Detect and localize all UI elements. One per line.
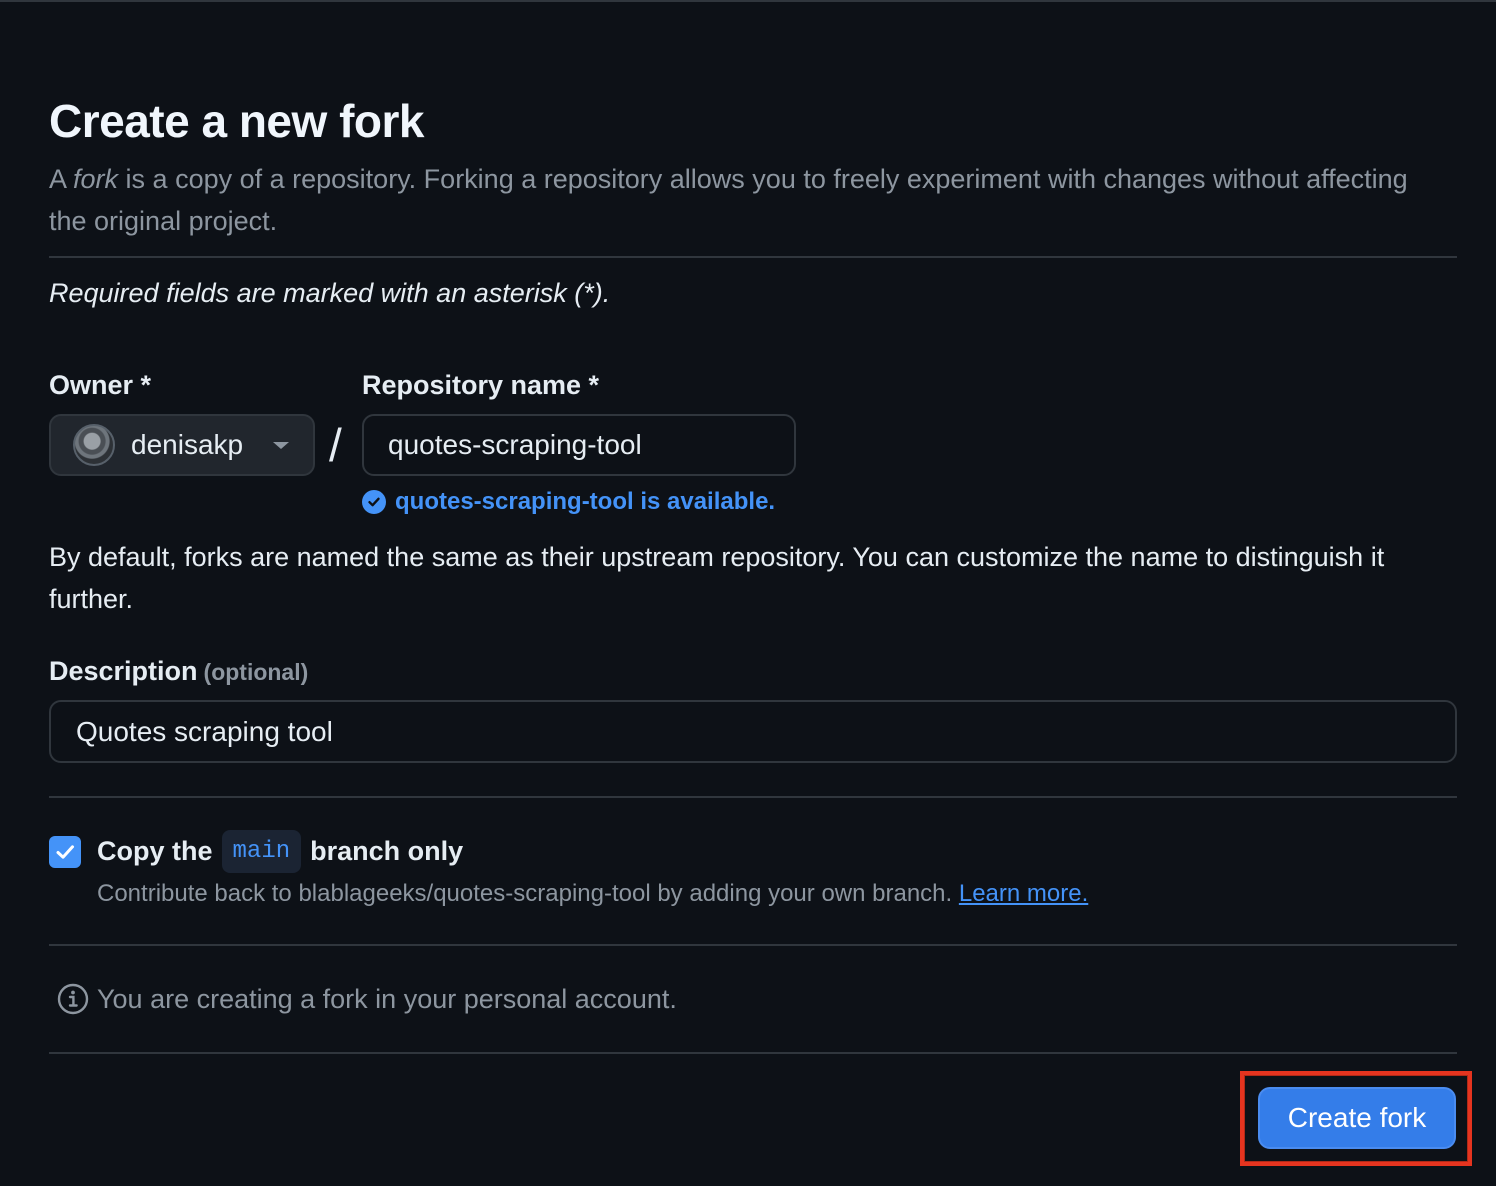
description-label-text: Description — [49, 656, 198, 686]
personal-account-notice: You are creating a fork in your personal… — [57, 983, 677, 1015]
divider — [49, 944, 1457, 946]
learn-more-link[interactable]: Learn more. — [959, 880, 1088, 907]
required-fields-note: Required fields are marked with an aster… — [49, 278, 611, 308]
branch-name-code: main — [221, 830, 302, 873]
repository-name-label: Repository name * — [362, 370, 600, 400]
create-fork-button[interactable]: Create fork — [1258, 1087, 1456, 1149]
copy-branch-note-text: Contribute back to blablageeks/quotes-sc… — [97, 880, 953, 907]
checkmark-icon — [56, 845, 74, 859]
copy-branch-note: Contribute back to blablageeks/quotes-sc… — [97, 880, 1088, 908]
page-title: Create a new fork — [49, 95, 424, 147]
chevron-down-icon — [273, 441, 289, 449]
naming-note: By default, forks are named the same as … — [49, 542, 1385, 614]
copy-branch-label[interactable]: Copy the main branch only — [97, 830, 463, 873]
intro-prefix: A — [49, 164, 74, 194]
owner-select[interactable]: denisakp — [49, 414, 315, 476]
avatar — [73, 424, 115, 466]
description-label: Description (optional) — [49, 656, 308, 687]
divider — [49, 796, 1457, 798]
copy-branch-label-prefix: Copy the — [97, 836, 213, 866]
intro-text: A fork is a copy of a repository. Forkin… — [49, 158, 1429, 242]
divider — [49, 1052, 1457, 1054]
copy-main-branch-checkbox[interactable] — [49, 836, 81, 868]
intro-suffix: is a copy of a repository. Forking a rep… — [49, 164, 1408, 236]
divider — [49, 256, 1457, 258]
check-circle-icon — [362, 490, 386, 514]
copy-branch-label-suffix: branch only — [310, 836, 464, 866]
info-icon — [57, 983, 89, 1015]
availability-text: quotes-scraping-tool is available. — [395, 488, 776, 515]
personal-account-notice-text: You are creating a fork in your personal… — [97, 983, 677, 1014]
owner-name: denisakp — [131, 429, 244, 460]
owner-repo-separator: / — [329, 419, 342, 471]
intro-fork-term: fork — [73, 164, 119, 194]
description-input[interactable] — [49, 700, 1457, 763]
repository-name-input[interactable] — [362, 414, 796, 476]
availability-status: quotes-scraping-tool is available. — [362, 488, 775, 516]
owner-label: Owner * — [49, 370, 152, 400]
optional-tag: (optional) — [203, 659, 309, 685]
